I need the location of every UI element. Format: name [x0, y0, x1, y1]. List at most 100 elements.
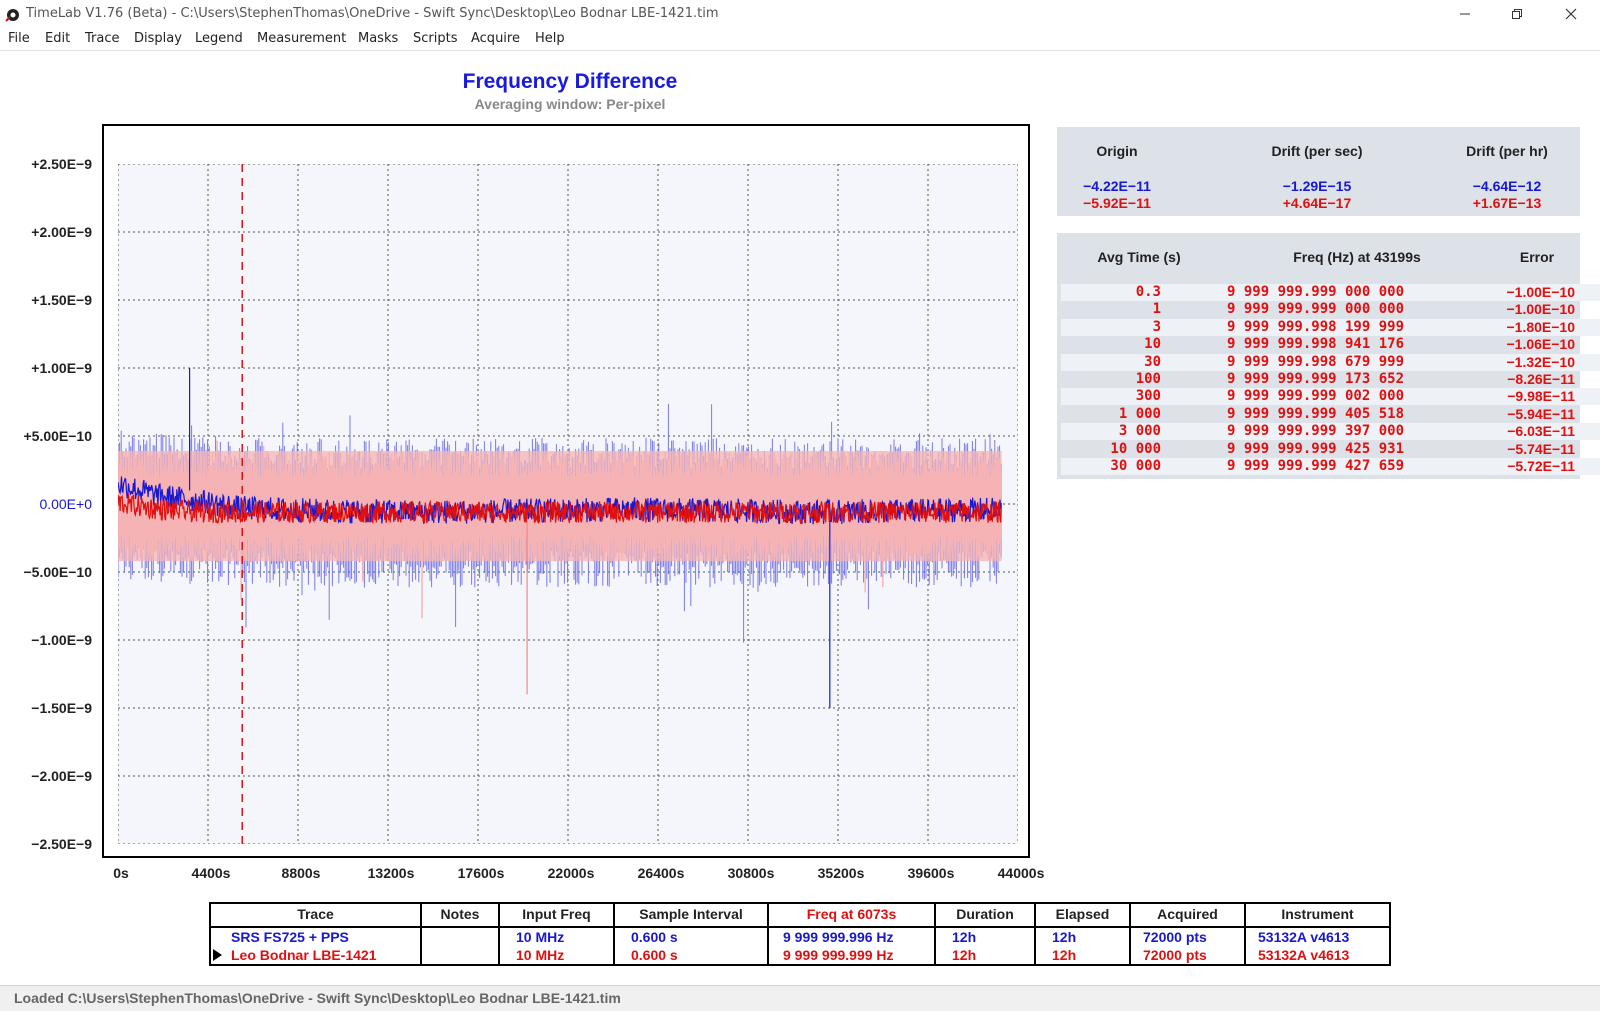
legend-col-duration: Duration 12h 12h — [936, 904, 1036, 964]
freq-table-freq: 9 999 999.999 000 000 — [1227, 301, 1405, 318]
selected-trace-arrow-icon — [213, 949, 222, 961]
minimize-icon — [1460, 13, 1470, 15]
y-tick-label: −1.50E−9 — [31, 700, 92, 716]
freq-table-tau: 100 — [1135, 371, 1161, 387]
title-bar: TimeLab V1.76 (Beta) - C:\Users\StephenT… — [0, 0, 1600, 28]
y-tick-label: −1.00E−9 — [31, 632, 92, 648]
menu-display[interactable]: Display — [134, 31, 182, 46]
menu-edit[interactable]: Edit — [45, 31, 70, 46]
y-tick-label: +1.00E−9 — [31, 360, 92, 376]
y-tick-label: +1.50E−9 — [31, 292, 92, 308]
menu-legend[interactable]: Legend — [195, 31, 243, 46]
freq-table-error: −1.06E−10 — [1506, 336, 1575, 353]
frequency-table-panel: Avg Time (s) Freq (Hz) at 43199s Error 0… — [1057, 233, 1600, 479]
freq-table-error: −8.26E−11 — [1507, 371, 1575, 387]
y-tick-label: +2.00E−9 — [31, 224, 92, 240]
legend-col-instrument: Instrument 53132A v4613 53132A v4613 — [1246, 904, 1389, 964]
menu-masks[interactable]: Masks — [358, 31, 398, 46]
restore-icon — [1512, 9, 1522, 19]
freq-table-row: 10 9 999 999.998 941 176 −1.06E−10 — [1061, 336, 1600, 353]
freq-table-row: 1 9 999 999.999 000 000 −1.00E−10 — [1061, 301, 1600, 318]
freq-table-row: 10 000 9 999 999.999 425 931 −5.74E−11 — [1061, 441, 1600, 458]
freq-table-row: 100 9 999 999.999 173 652 −8.26E−11 — [1061, 371, 1600, 388]
x-tick-label: 4400s — [191, 865, 231, 881]
menu-file[interactable]: File — [8, 31, 30, 46]
freq-table-tau: 3 000 — [1118, 423, 1161, 440]
x-tick-label: 22000s — [547, 865, 595, 881]
close-button[interactable] — [1548, 0, 1594, 28]
menu-trace[interactable]: Trace — [85, 31, 120, 46]
freq-table-row: 30 9 999 999.998 679 999 −1.32E−10 — [1061, 353, 1600, 371]
legend-duration: 12h — [952, 947, 977, 963]
drift-per-hr-value: +1.67E−13 — [1472, 195, 1542, 211]
freq-table-error: −6.03E−11 — [1507, 423, 1575, 440]
x-tick-label: 35200s — [817, 865, 865, 881]
freq-table-row: 3 000 9 999 999.999 397 000 −6.03E−11 — [1061, 423, 1600, 441]
freq-table-header-error: Error — [1519, 249, 1555, 265]
freq-table-freq: 9 999 999.999 405 518 — [1227, 405, 1405, 422]
freq-table-tau: 10 000 — [1110, 440, 1161, 457]
timelab-app-icon[interactable] — [5, 7, 20, 22]
freq-table-error: −5.94E−11 — [1507, 405, 1575, 422]
drift-per-sec-value: +4.64E−17 — [1282, 195, 1352, 211]
x-tick-label: 30800s — [727, 865, 775, 881]
freq-table-error: −1.00E−10 — [1506, 301, 1575, 318]
legend-elapsed: 12h — [1052, 929, 1077, 945]
legend-instrument: 53132A v4613 — [1258, 947, 1350, 963]
legend-freq-at: 9 999 999.996 Hz — [783, 929, 894, 945]
freq-table-error: −1.32E−10 — [1506, 353, 1575, 370]
freq-table-row: 0.3 9 999 999.999 000 000 −1.00E−10 — [1061, 284, 1600, 301]
y-tick-label: −2.00E−9 — [31, 768, 92, 784]
legend-col-acquired: Acquired 72000 pts 72000 pts — [1131, 904, 1246, 964]
legend-header-duration: Duration — [936, 904, 1034, 928]
legend-trace-name[interactable]: SRS FS725 + PPS — [231, 929, 349, 945]
legend-header-trace: Trace — [211, 904, 420, 928]
freq-table-row: 300 9 999 999.999 002 000 −9.98E−11 — [1061, 388, 1600, 406]
freq-table-error: −1.00E−10 — [1506, 284, 1575, 300]
frequency-difference-chart[interactable] — [118, 164, 1018, 844]
freq-table-error: −5.74E−11 — [1507, 440, 1575, 457]
menu-help[interactable]: Help — [535, 31, 565, 46]
menu-acquire[interactable]: Acquire — [471, 31, 520, 46]
restore-button[interactable] — [1494, 0, 1540, 28]
freq-table-row: 3 9 999 999.998 199 999 −1.80E−10 — [1061, 318, 1600, 336]
freq-table-freq: 9 999 999.999 397 000 — [1227, 423, 1405, 440]
minimize-button[interactable] — [1442, 0, 1488, 28]
x-tick-label: 44000s — [997, 865, 1045, 881]
drift-header-per-sec: Drift (per sec) — [1271, 143, 1363, 159]
legend-acquired: 72000 pts — [1143, 929, 1207, 945]
legend-sample-interval: 0.600 s — [631, 947, 678, 963]
legend-trace-name[interactable]: Leo Bodnar LBE-1421 — [231, 947, 376, 963]
legend-header-sample-interval: Sample Interval — [615, 904, 767, 928]
legend-col-notes: Notes — [422, 904, 500, 964]
freq-table-tau: 3 — [1152, 318, 1161, 335]
freq-table-freq: 9 999 999.999 173 652 — [1227, 371, 1405, 387]
y-tick-label-zero: 0.00E+0 — [39, 496, 92, 512]
drift-per-sec-value: −1.29E−15 — [1282, 178, 1352, 194]
window-title: TimeLab V1.76 (Beta) - C:\Users\StephenT… — [26, 6, 719, 21]
drift-per-hr-value: −4.64E−12 — [1472, 178, 1542, 194]
freq-table-freq: 9 999 999.999 000 000 — [1227, 284, 1405, 300]
menu-measurement[interactable]: Measurement — [257, 31, 346, 46]
status-bar: Loaded C:\Users\StephenThomas\OneDrive -… — [0, 985, 1600, 1011]
x-tick-label: 8800s — [281, 865, 321, 881]
freq-table-row: 1 000 9 999 999.999 405 518 −5.94E−11 — [1061, 406, 1600, 423]
drift-header-origin: Origin — [1096, 143, 1138, 159]
legend-col-freq-at: Freq at 6073s 9 999 999.996 Hz 9 999 999… — [769, 904, 936, 964]
x-tick-label: 17600s — [457, 865, 505, 881]
legend-header-instrument: Instrument — [1246, 904, 1389, 928]
legend-col-trace: Trace SRS FS725 + PPS Leo Bodnar LBE-142… — [211, 904, 422, 964]
legend-duration: 12h — [952, 929, 977, 945]
x-tick-label: 0s — [113, 865, 129, 881]
freq-table-freq: 9 999 999.998 941 176 — [1227, 336, 1405, 353]
legend-header-elapsed: Elapsed — [1036, 904, 1129, 928]
legend-acquired: 72000 pts — [1143, 947, 1207, 963]
menu-scripts[interactable]: Scripts — [413, 31, 457, 46]
freq-table-freq: 9 999 999.999 425 931 — [1227, 440, 1405, 457]
x-tick-label: 26400s — [637, 865, 685, 881]
trace-legend-table[interactable]: Trace SRS FS725 + PPS Leo Bodnar LBE-142… — [209, 902, 1391, 966]
legend-elapsed: 12h — [1052, 947, 1077, 963]
legend-freq-at: 9 999 999.999 Hz — [783, 947, 894, 963]
drift-origin-value: −5.92E−11 — [1083, 195, 1151, 211]
freq-table-tau: 30 — [1144, 353, 1161, 370]
